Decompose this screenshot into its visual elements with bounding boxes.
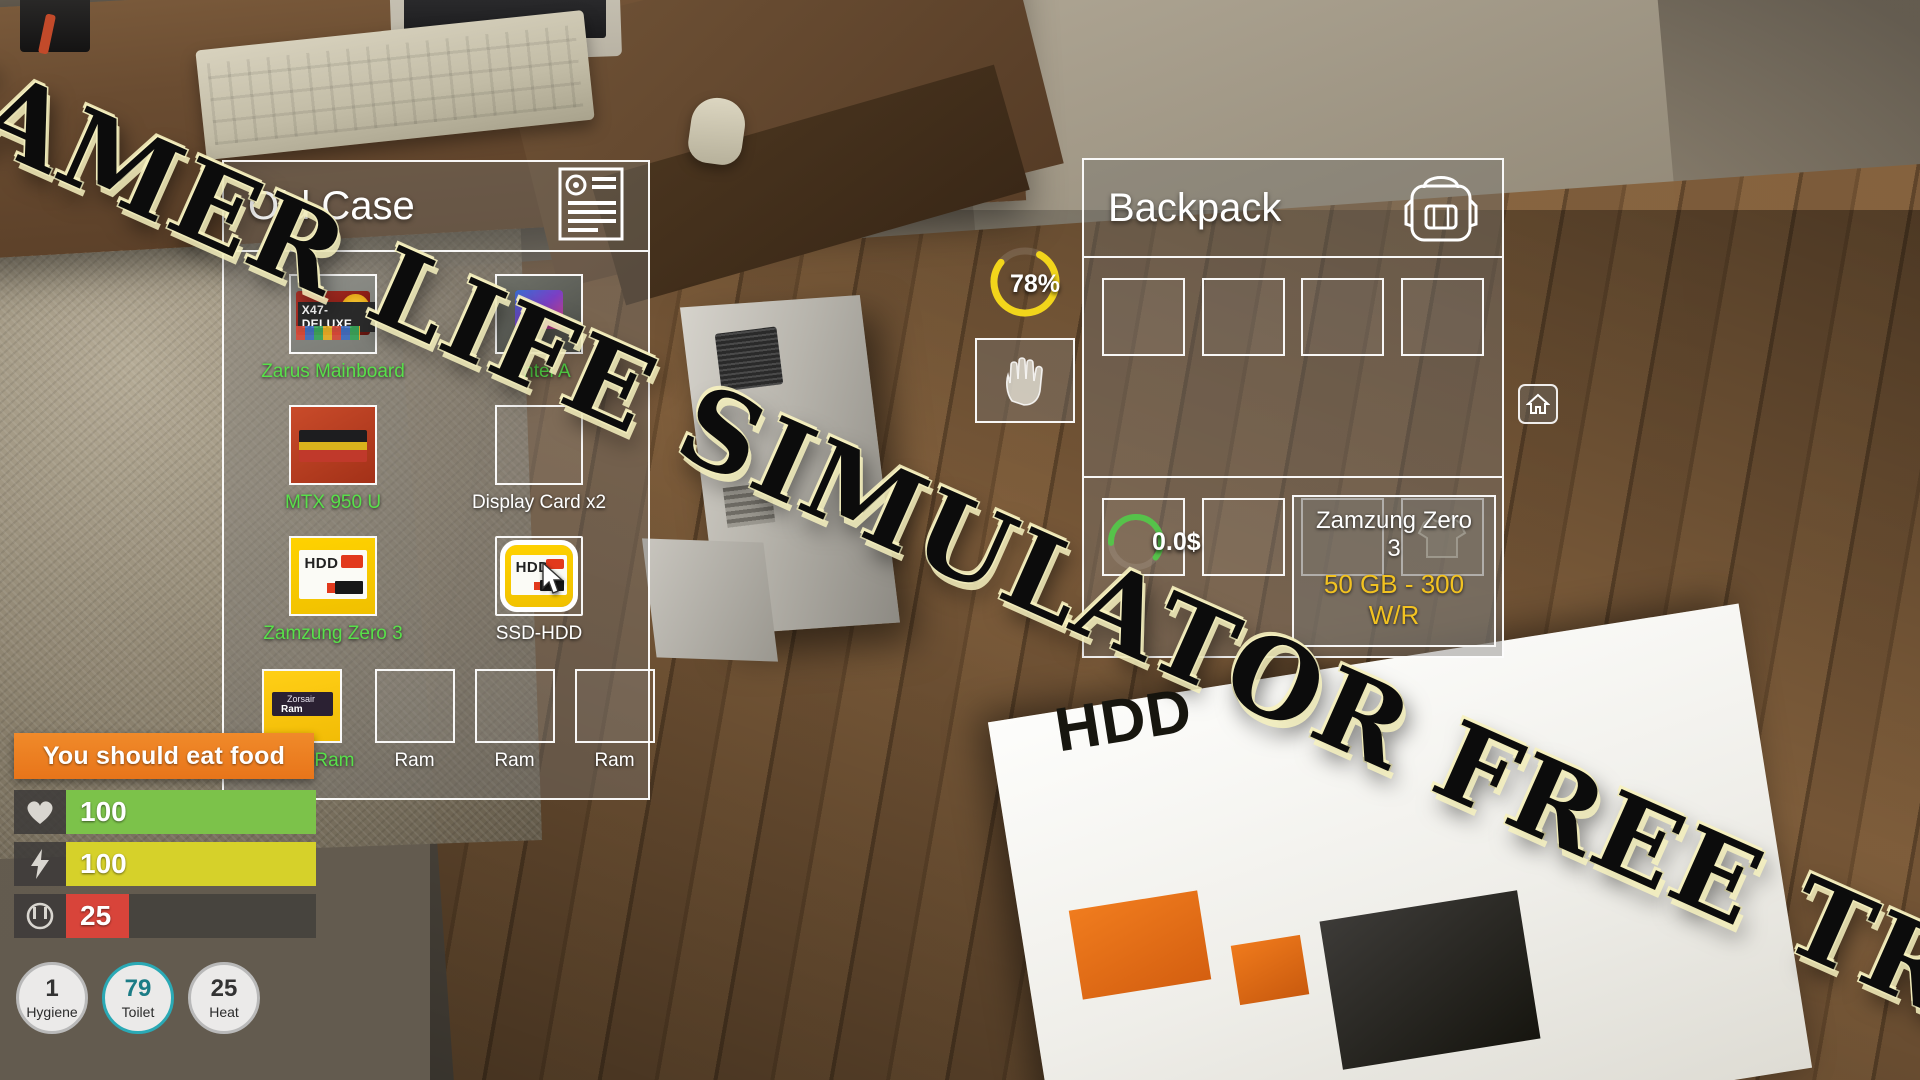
case-slot-9-label: Ram	[594, 750, 635, 771]
energy-value: 100	[80, 848, 127, 879]
hygiene-label: Hygiene	[26, 1003, 78, 1020]
case-slot-0[interactable]: X47-DELUXE Zarus Mainboard	[250, 274, 416, 383]
case-slot-2[interactable]: MTX 950 U	[250, 405, 416, 514]
toilet-value: 79	[124, 974, 152, 1002]
case-slot-5-box[interactable]: HDD	[495, 536, 583, 616]
case-slot-9[interactable]: Ram	[574, 669, 655, 772]
backpack-icon	[1404, 166, 1478, 251]
hand-slot[interactable]	[975, 338, 1075, 423]
case-slot-5-label: SSD-HDD	[495, 623, 583, 644]
old-case-slot-grid: X47-DELUXE Zarus Mainboard Zintel A MTX …	[250, 274, 622, 645]
hygiene-value: 1	[45, 974, 59, 1002]
zamzung-zero-3-thumb: HDD	[291, 538, 375, 614]
hand-icon	[1006, 356, 1043, 406]
heart-icon	[14, 790, 66, 834]
case-slot-8-box[interactable]	[474, 669, 555, 743]
case-slot-7[interactable]: Ram	[374, 669, 455, 772]
item-info-spec: 50 GB - 300 W/R	[1323, 569, 1465, 630]
case-slot-4-label: Zamzung Zero 3	[263, 623, 403, 644]
desk-mug	[20, 0, 90, 52]
food-bar-track: 25	[66, 894, 316, 938]
status-bar-health: 100	[14, 790, 316, 834]
zintel-cpu-thumb	[497, 276, 581, 352]
circle-stat-hygiene: 1 Hygiene	[16, 962, 88, 1034]
circle-stat-toilet: 79 Toilet	[102, 962, 174, 1034]
game-screen: HDD Old Case X47-DELUXE Zarus Mainboard …	[0, 0, 1920, 1080]
food-value: 25	[80, 900, 112, 931]
backpack-body-top	[1082, 258, 1504, 478]
case-slot-7-box[interactable]	[374, 669, 455, 743]
old-case-title: Old Case	[248, 183, 415, 228]
home-button[interactable]	[1518, 384, 1558, 424]
case-slot-9-box[interactable]	[574, 669, 655, 743]
home-icon	[1526, 393, 1550, 414]
zorsair-ram-thumb: Zorsair Ram	[264, 671, 341, 741]
item-info-name: Zamzung Zero 3	[1315, 507, 1473, 562]
case-slot-1-box[interactable]	[495, 274, 583, 354]
item-info-tooltip: Zamzung Zero 3 50 GB - 300 W/R	[1292, 495, 1496, 647]
hdd-box-orange-block-2	[1230, 934, 1310, 1006]
storage-capacity-ring: 78%	[986, 243, 1064, 321]
circle-stat-heat: 25 Heat	[188, 962, 260, 1034]
case-slot-4-box[interactable]: HDD	[289, 536, 377, 616]
money-ring-value: 0.0$	[1152, 528, 1201, 556]
backpack-slot-0[interactable]	[1102, 278, 1185, 356]
status-bar-energy: 100	[14, 842, 316, 886]
status-bar-food: 25	[14, 894, 316, 938]
case-slot-2-label: MTX 950 U	[284, 492, 382, 513]
pc-tower-vents	[722, 482, 776, 528]
case-slot-3[interactable]: Display Card x2	[456, 405, 622, 514]
case-slot-3-box[interactable]	[495, 405, 583, 485]
pc-case-icon	[558, 167, 624, 246]
storage-ring-value: 78%	[1010, 270, 1061, 298]
energy-bar-track: 100	[66, 842, 316, 886]
backpack-header: Backpack	[1082, 158, 1504, 258]
ssd-hdd-thumb: HDD	[499, 539, 579, 613]
case-slot-2-box[interactable]	[289, 405, 377, 485]
display-card-empty-thumb	[497, 407, 581, 483]
pc-tower-grill	[714, 326, 784, 392]
case-slot-0-label: Zarus Mainboard	[261, 361, 405, 382]
status-alert-text: You should eat food	[42, 741, 286, 770]
backpack-slot-2[interactable]	[1301, 278, 1385, 356]
status-alert-bar: You should eat food	[14, 733, 314, 779]
hdd-box-dark-block	[1319, 890, 1541, 1070]
case-slot-8[interactable]: Ram	[474, 669, 555, 772]
heat-label: Heat	[209, 1003, 239, 1020]
case-slot-7-label: Ram	[394, 750, 435, 771]
case-slot-3-label: Display Card x2	[471, 492, 607, 513]
backpack-slot-5[interactable]	[1201, 498, 1285, 576]
backpack-slot-1[interactable]	[1201, 278, 1285, 356]
case-slot-8-label: Ram	[494, 750, 535, 771]
case-slot-4[interactable]: HDD Zamzung Zero 3	[250, 536, 416, 645]
zarus-mainboard-thumb: X47-DELUXE	[291, 276, 375, 352]
backpack-slot-3[interactable]	[1400, 278, 1484, 356]
backpack-title: Backpack	[1108, 185, 1282, 230]
health-value: 100	[80, 796, 127, 827]
old-case-body: X47-DELUXE Zarus Mainboard Zintel A MTX …	[222, 252, 655, 800]
food-icon	[14, 894, 66, 938]
case-slot-5[interactable]: HDD SSD-HDD	[456, 536, 622, 645]
old-case-header: Old Case	[222, 160, 650, 252]
case-slot-0-box[interactable]: X47-DELUXE	[289, 274, 377, 354]
pc-tower-side-panel	[641, 538, 779, 662]
old-case-panel: Old Case X47-DELUXE Zarus Mainboard Zint…	[222, 160, 655, 800]
heat-value: 25	[210, 974, 238, 1002]
circle-stats-group: 1 Hygiene 79 Toilet 25 Heat	[16, 962, 260, 1034]
ram-empty-thumb-3	[577, 671, 653, 741]
case-slot-1[interactable]: Zintel A	[456, 274, 622, 383]
ram-empty-thumb-2	[477, 671, 553, 741]
ram-empty-thumb-1	[377, 671, 453, 741]
case-slot-6-box[interactable]: Zorsair Ram	[262, 669, 343, 743]
energy-icon	[14, 842, 66, 886]
health-bar-track: 100	[66, 790, 316, 834]
mtx-950-thumb	[291, 407, 375, 483]
backpack-row-1	[1102, 278, 1484, 356]
case-slot-1-label: Zintel A	[507, 361, 571, 382]
toilet-label: Toilet	[121, 1003, 155, 1020]
